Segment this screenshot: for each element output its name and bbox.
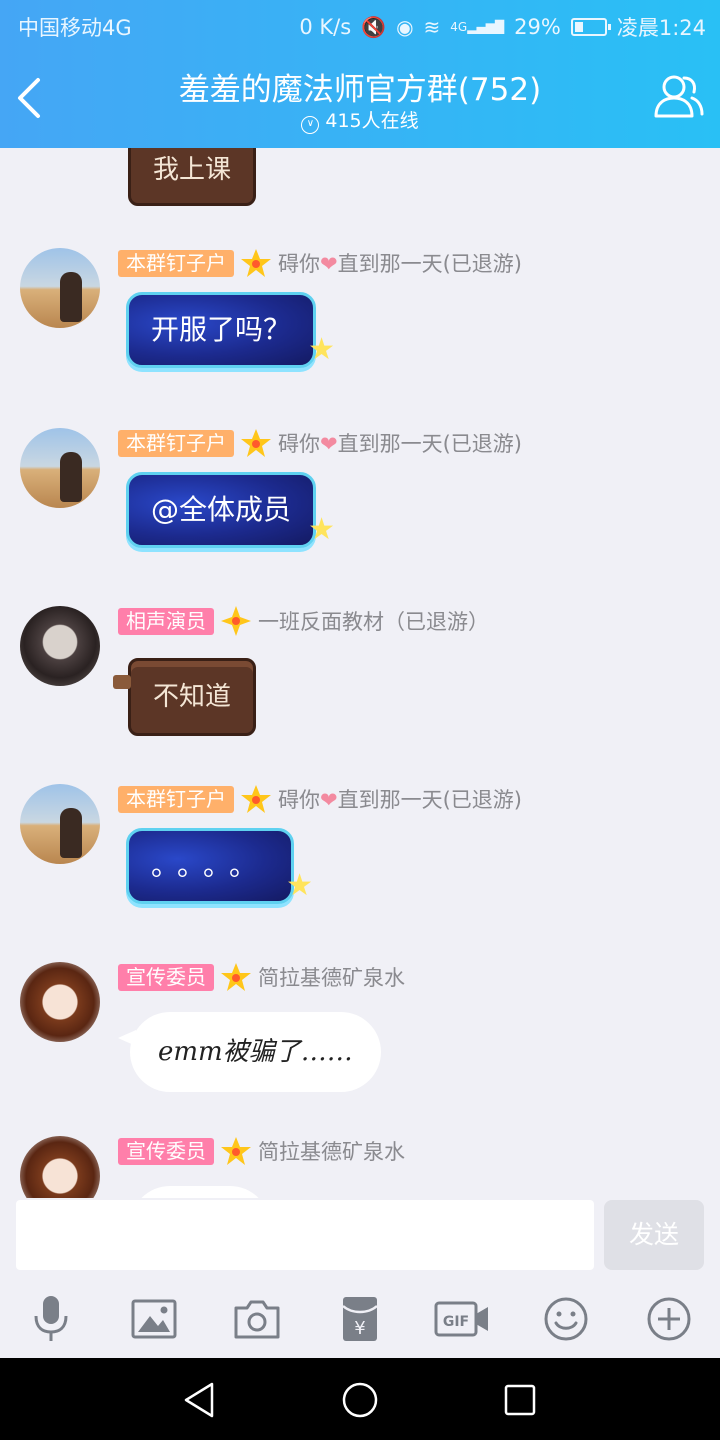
message-bubble[interactable]: 我上课 <box>128 148 257 206</box>
message-bubble[interactable] <box>130 1186 270 1198</box>
carrier-label: 中国移动4G <box>18 16 132 40</box>
sender-meta: 本群钉子户 碍你❤直到那一天(已退游) <box>118 428 522 458</box>
sender-meta: 宣传委员 简拉基德矿泉水 <box>118 1136 405 1166</box>
send-button[interactable]: 发送 <box>604 1200 704 1270</box>
back-triangle-icon[interactable] <box>178 1378 222 1422</box>
sender-name-part: 直到那一天(已退游) <box>337 788 522 812</box>
online-count-label: 415人在线 <box>325 110 419 132</box>
clock: 凌晨1:24 <box>616 16 706 40</box>
network-speed: 0 K/s <box>299 15 352 39</box>
message-text: @全体成员 <box>151 493 292 526</box>
gif-icon[interactable]: GIF <box>434 1294 490 1344</box>
home-circle-icon[interactable] <box>338 1378 382 1422</box>
camera-icon[interactable] <box>233 1294 281 1344</box>
eye-icon: ◉ <box>396 15 414 39</box>
plus-icon[interactable] <box>645 1294 693 1344</box>
sender-meta: 相声演员 一班反面教材（已退游） <box>118 606 489 636</box>
star-decoration-icon: ★ <box>308 512 336 547</box>
member-title-badge: 宣传委员 <box>118 1137 214 1165</box>
message-list[interactable]: 我上课 本群钉子户 碍你❤直到那一天(已退游) 开服了吗？ ★ 本群钉子户 碍你… <box>0 148 720 1198</box>
avatar[interactable] <box>20 428 100 508</box>
mute-icon: 🔇 <box>361 15 387 39</box>
network-type: 4G <box>450 20 468 34</box>
input-row: 发送 <box>0 1198 720 1284</box>
emoji-icon[interactable] <box>542 1294 590 1344</box>
member-title-badge: 本群钉子户 <box>118 429 234 457</box>
diamond-star-icon <box>221 606 251 636</box>
message-bubble[interactable]: 。。。。 ★ <box>126 828 313 904</box>
sender-name[interactable]: 简拉基德矿泉水 <box>258 962 405 992</box>
star-icon <box>221 963 251 991</box>
sender-name-part: 直到那一天(已退游) <box>337 432 522 456</box>
sender-name-part: 碍你 <box>278 252 320 276</box>
chevron-down-icon: ∨ <box>301 116 320 134</box>
sender-meta: 本群钉子户 碍你❤直到那一天(已退游) <box>118 784 522 814</box>
sender-name-part: 碍你 <box>278 432 320 456</box>
star-icon <box>241 249 271 277</box>
sender-name[interactable]: 简拉基德矿泉水 <box>258 1136 405 1166</box>
signal-icon: 4G▂▄▆█ <box>450 20 505 34</box>
recents-square-icon[interactable] <box>498 1378 542 1422</box>
message-text: 。。。。 <box>151 849 270 882</box>
member-title-badge: 宣传委员 <box>118 963 214 991</box>
message-text: 开服了吗？ <box>151 313 292 346</box>
heart-icon: ❤ <box>320 252 338 276</box>
heart-icon: ❤ <box>320 432 338 456</box>
avatar[interactable] <box>20 962 100 1042</box>
svg-text:GIF: GIF <box>443 1314 469 1330</box>
group-title[interactable]: 羞羞的魔法师官方群(752) <box>0 64 720 109</box>
message-bubble[interactable]: 不知道 <box>112 658 257 736</box>
avatar[interactable] <box>20 606 100 686</box>
sender-name[interactable]: 碍你❤直到那一天(已退游) <box>278 784 522 814</box>
sender-name[interactable]: 碍你❤直到那一天(已退游) <box>278 428 522 458</box>
avatar[interactable] <box>20 1136 100 1198</box>
star-icon <box>221 1137 251 1165</box>
avatar[interactable] <box>20 248 100 328</box>
sender-name-part: 碍你 <box>278 788 320 812</box>
star-icon <box>241 785 271 813</box>
message-bubble[interactable]: @全体成员 ★ <box>126 472 335 548</box>
status-bar: 中国移动4G 0 K/s 🔇 ◉ ≋ 4G▂▄▆█ 29% 凌晨1:24 <box>0 0 720 50</box>
red-packet-icon[interactable]: ¥ <box>336 1294 384 1344</box>
member-title-badge: 本群钉子户 <box>118 249 234 277</box>
avatar[interactable] <box>20 784 100 864</box>
input-toolbar: ¥ GIF <box>0 1284 720 1358</box>
sender-name[interactable]: 一班反面教材（已退游） <box>258 606 489 636</box>
group-members-icon[interactable] <box>652 72 704 120</box>
wifi-icon: ≋ <box>423 15 441 39</box>
star-decoration-icon: ★ <box>286 868 314 903</box>
heart-icon: ❤ <box>320 788 338 812</box>
star-icon <box>241 429 271 457</box>
sender-name[interactable]: 碍你❤直到那一天(已退游) <box>278 248 522 278</box>
star-decoration-icon: ★ <box>308 332 336 367</box>
svg-text:¥: ¥ <box>354 1318 365 1339</box>
message-bubble[interactable]: 开服了吗？ ★ <box>126 292 335 368</box>
member-title-badge: 本群钉子户 <box>118 785 234 813</box>
status-right: 0 K/s 🔇 ◉ ≋ 4G▂▄▆█ 29% 凌晨1:24 <box>299 12 706 42</box>
sender-meta: 本群钉子户 碍你❤直到那一天(已退游) <box>118 248 522 278</box>
system-nav-bar <box>0 1358 720 1440</box>
sender-meta: 宣传委员 简拉基德矿泉水 <box>118 962 405 992</box>
sender-name-part: 直到那一天(已退游) <box>337 252 522 276</box>
battery-icon <box>570 18 611 36</box>
message-input[interactable] <box>16 1200 594 1270</box>
chat-header: 中国移动4G 0 K/s 🔇 ◉ ≋ 4G▂▄▆█ 29% 凌晨1:24 羞羞的… <box>0 0 720 148</box>
microphone-icon[interactable] <box>27 1294 75 1344</box>
battery-percent: 29% <box>514 15 561 39</box>
online-count[interactable]: ∨ 415人在线 <box>0 106 720 134</box>
member-title-badge: 相声演员 <box>118 607 214 635</box>
image-icon[interactable] <box>130 1294 178 1344</box>
message-bubble[interactable]: emm被骗了…… <box>118 1012 381 1092</box>
